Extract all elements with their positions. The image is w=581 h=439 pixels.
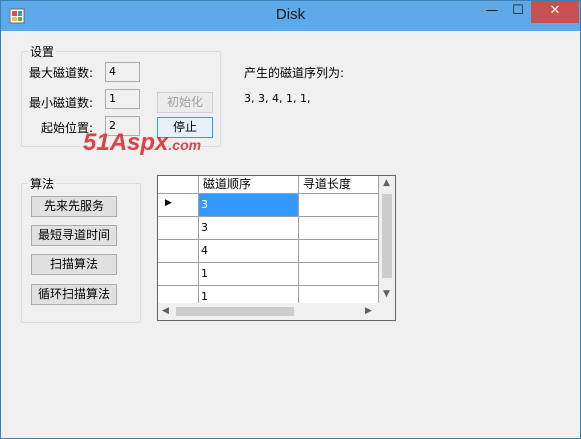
row-header[interactable] — [158, 217, 199, 240]
grid-cell[interactable]: 4 — [199, 240, 299, 263]
grid-cell[interactable]: 3 — [199, 194, 299, 217]
vertical-scrollbar[interactable]: ▲ ▼ — [379, 176, 395, 303]
settings-legend: 设置 — [28, 43, 57, 60]
main-window: Disk — ☐ ✕ 设置 最大磁道数: 4 最小磁道数: 1 初始化 起始位置… — [0, 0, 581, 439]
scrollbar-corner — [379, 303, 395, 320]
scroll-down-icon[interactable]: ▼ — [383, 289, 390, 299]
scan-button[interactable]: 扫描算法 — [31, 254, 117, 275]
sstf-button[interactable]: 最短寻道时间 — [31, 225, 117, 246]
vertical-scroll-thumb[interactable] — [382, 194, 392, 278]
initialize-button[interactable]: 初始化 — [157, 92, 213, 113]
site-watermark: 51Aspx.com — [83, 129, 201, 157]
sequence-label: 产生的磁道序列为: — [244, 66, 345, 80]
scroll-up-icon[interactable]: ▲ — [383, 178, 390, 188]
min-tracks-input[interactable]: 1 — [105, 89, 140, 109]
title-bar[interactable]: Disk — ☐ ✕ — [1, 1, 580, 31]
current-row-arrow-icon: ▶ — [165, 198, 172, 208]
grid-cell[interactable]: 1 — [199, 263, 299, 286]
row-header[interactable] — [158, 240, 199, 263]
min-tracks-label: 最小磁道数: — [29, 96, 94, 110]
watermark-domain: .com — [168, 137, 202, 153]
grid-cell[interactable] — [299, 240, 379, 263]
max-tracks-input[interactable]: 4 — [105, 62, 140, 82]
row-header[interactable]: ▶ — [158, 194, 199, 217]
grid-cell[interactable] — [299, 194, 379, 217]
grid-cell[interactable] — [299, 263, 379, 286]
scroll-left-icon[interactable]: ◀ — [162, 306, 169, 316]
fcfs-button[interactable]: 先来先服务 — [31, 196, 117, 217]
close-button[interactable]: ✕ — [531, 1, 579, 23]
horizontal-scrollbar[interactable]: ◀ ▶ — [158, 303, 379, 320]
max-tracks-label: 最大磁道数: — [29, 66, 94, 80]
maximize-button[interactable]: ☐ — [505, 1, 531, 23]
scroll-right-icon[interactable]: ▶ — [365, 306, 372, 316]
horizontal-scroll-thumb[interactable] — [176, 307, 294, 316]
column-header-track-order[interactable]: 磁道顺序 — [199, 176, 299, 194]
cscan-button[interactable]: 循环扫描算法 — [31, 284, 117, 305]
grid-corner-header — [158, 176, 199, 194]
row-header[interactable] — [158, 263, 199, 286]
sequence-value: 3, 3, 4, 1, 1, — [244, 92, 311, 105]
grid-cell[interactable]: 3 — [199, 217, 299, 240]
grid-cell[interactable] — [299, 217, 379, 240]
algorithm-legend: 算法 — [28, 175, 57, 192]
results-grid[interactable]: 磁道顺序 寻道长度 ▶ 3 3 4 1 1 ▲ ▼ ◀ ▶ — [157, 175, 396, 321]
minimize-button[interactable]: — — [479, 1, 505, 23]
watermark-brand: 51Aspx — [83, 129, 169, 156]
column-header-seek-length[interactable]: 寻道长度 — [299, 176, 379, 194]
